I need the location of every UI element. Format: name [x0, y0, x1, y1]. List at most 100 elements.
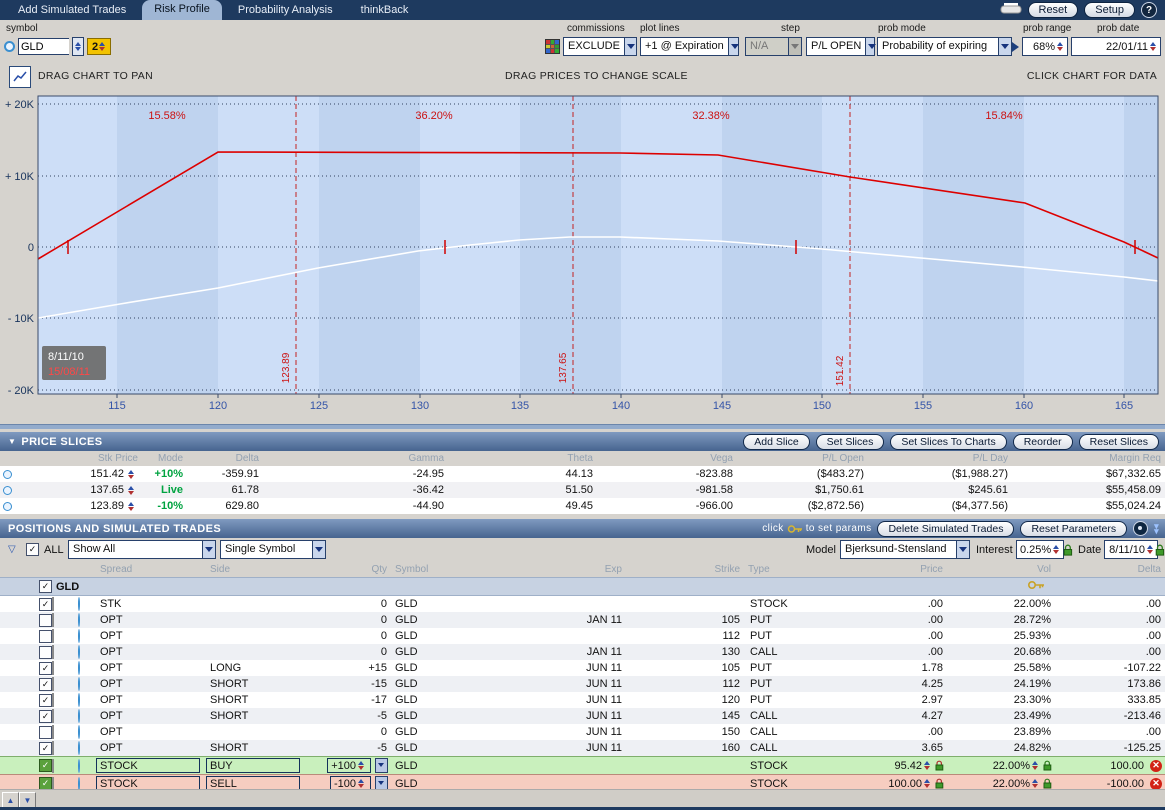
prob-range-stepper[interactable]: 68% — [1022, 37, 1068, 56]
date-stepper[interactable]: 8/11/10 — [1104, 540, 1158, 559]
lock-icon[interactable] — [1043, 760, 1052, 771]
row-color-box[interactable] — [52, 597, 54, 611]
sim-vol-cell[interactable]: 22.00% — [947, 778, 1055, 790]
lock-icon[interactable] — [1063, 544, 1073, 556]
double-chevron-down-icon[interactable]: ▾▾ — [1154, 524, 1159, 534]
row-color-box[interactable] — [52, 693, 54, 707]
slice-price-stepper[interactable] — [128, 502, 137, 511]
pl-style-dropdown[interactable]: P/L OPEN — [806, 37, 875, 56]
cell-qty[interactable]: -17 — [306, 694, 391, 706]
cell-qty[interactable]: 0 — [306, 726, 391, 738]
cell-qty[interactable]: 0 — [306, 598, 391, 610]
cell-qty[interactable]: 0 — [306, 630, 391, 642]
collapse-triangle-icon[interactable]: ▽ — [8, 544, 16, 555]
row-color-box[interactable] — [52, 645, 54, 659]
slice-price-value[interactable]: 123.89 — [14, 500, 128, 512]
commissions-grid-icon[interactable] — [545, 39, 560, 54]
row-link-icon[interactable] — [78, 677, 80, 691]
show-all-dropdown[interactable]: Show All — [68, 540, 216, 559]
lock-icon[interactable] — [935, 760, 944, 771]
set-slices-to-charts-button[interactable]: Set Slices To Charts — [890, 434, 1006, 450]
lock-icon[interactable] — [1043, 778, 1052, 789]
reorder-button[interactable]: Reorder — [1013, 434, 1073, 450]
lot-spinner[interactable] — [99, 42, 108, 51]
slice-price-value[interactable]: 137.65 — [14, 484, 128, 496]
x-axis-labels[interactable]: 115 120 125 130 135 140 145 150 155 160 … — [108, 400, 1133, 412]
collapse-triangle-icon[interactable]: ▼ — [8, 437, 16, 446]
slice-mode[interactable]: -10% — [142, 500, 187, 512]
row-checkbox[interactable] — [39, 614, 52, 627]
cell-qty[interactable]: 0 — [306, 646, 391, 658]
reset-slices-button[interactable]: Reset Slices — [1079, 434, 1159, 450]
row-checkbox[interactable] — [39, 726, 52, 739]
chart-splitter[interactable] — [0, 424, 1165, 429]
tab-risk-profile[interactable]: Risk Profile — [142, 0, 222, 20]
sim-price-cell[interactable]: 100.00 — [829, 778, 947, 790]
row-color-box[interactable] — [52, 677, 54, 691]
setup-button[interactable]: Setup — [1084, 2, 1135, 18]
row-color-box[interactable] — [52, 613, 54, 627]
symbol-mode-dropdown[interactable]: Single Symbol — [220, 540, 326, 559]
slice-mode[interactable]: +10% — [142, 468, 187, 480]
row-checkbox[interactable]: ✓ — [39, 598, 52, 611]
chart-menu-icon[interactable] — [9, 66, 31, 88]
sim-spread-dropdown[interactable]: STOCK — [96, 758, 200, 773]
plot-lines-dropdown[interactable]: +1 @ Expiration — [640, 37, 739, 56]
cell-qty[interactable]: 0 — [306, 614, 391, 626]
reset-button[interactable]: Reset — [1028, 2, 1079, 18]
group-checkbox[interactable]: ✓ — [39, 580, 52, 593]
sim-price-cell[interactable]: 95.42 — [829, 760, 947, 772]
row-color-box[interactable] — [52, 661, 54, 675]
symbol-spinner[interactable] — [72, 37, 84, 56]
lock-icon[interactable] — [935, 778, 944, 789]
row-color-box[interactable] — [52, 741, 54, 755]
row-link-icon[interactable] — [78, 725, 80, 739]
help-icon[interactable]: ? — [1141, 2, 1157, 18]
lock-icon[interactable] — [1155, 544, 1165, 556]
symbol-group-row[interactable]: ✓ GLD — [0, 577, 1165, 596]
delete-trade-icon[interactable]: ✕ — [1150, 760, 1162, 772]
row-link-icon[interactable] — [78, 613, 80, 627]
row-link-icon[interactable] — [78, 661, 80, 675]
sim-vol-cell[interactable]: 22.00% — [947, 760, 1055, 772]
lot-size-badge[interactable]: 2 — [87, 38, 111, 55]
row-color-box[interactable] — [52, 759, 54, 773]
commissions-dropdown[interactable]: EXCLUDE — [563, 37, 637, 56]
tab-thinkback[interactable]: thinkBack — [349, 1, 421, 19]
key-icon[interactable] — [1027, 580, 1045, 590]
cell-qty[interactable]: +15 — [306, 662, 391, 674]
slice-link-icon[interactable] — [3, 486, 12, 495]
sim-qty-stepper[interactable]: +100 — [327, 758, 371, 773]
row-color-box[interactable] — [52, 709, 54, 723]
row-checkbox[interactable]: ✓ — [39, 662, 52, 675]
row-link-icon[interactable] — [78, 741, 80, 755]
camera-icon[interactable] — [1133, 521, 1148, 536]
slice-link-icon[interactable] — [3, 502, 12, 511]
row-checkbox[interactable] — [39, 630, 52, 643]
slice-price-stepper[interactable] — [128, 486, 137, 495]
set-slices-button[interactable]: Set Slices — [816, 434, 885, 450]
row-link-icon[interactable] — [78, 759, 80, 773]
row-link-icon[interactable] — [78, 645, 80, 659]
delete-simulated-trades-button[interactable]: Delete Simulated Trades — [877, 521, 1014, 537]
risk-profile-chart[interactable]: 15.58% 36.20% 32.38% 15.84% 123.89 137.6… — [0, 88, 1165, 418]
y-axis-labels[interactable]: + 20K + 10K 0 - 10K - 20K — [5, 99, 35, 397]
link-dot-icon[interactable] — [4, 41, 15, 52]
row-checkbox[interactable] — [39, 646, 52, 659]
row-link-icon[interactable] — [78, 629, 80, 643]
row-color-box[interactable] — [52, 725, 54, 739]
add-slice-button[interactable]: Add Slice — [743, 434, 809, 450]
cell-qty[interactable]: -15 — [306, 678, 391, 690]
sim-side-dropdown[interactable]: BUY — [206, 758, 300, 773]
tab-add-simulated-trades[interactable]: Add Simulated Trades — [6, 1, 138, 19]
interest-stepper[interactable]: 0.25% — [1016, 540, 1064, 559]
cell-qty[interactable]: -5 — [306, 742, 391, 754]
cell-qty[interactable]: -5 — [306, 710, 391, 722]
slice-price-stepper[interactable] — [128, 470, 137, 479]
row-color-box[interactable] — [52, 629, 54, 643]
row-link-icon[interactable] — [78, 709, 80, 723]
row-checkbox[interactable]: ✓ — [39, 710, 52, 723]
symbol-input[interactable] — [18, 38, 69, 55]
slice-mode[interactable]: Live — [142, 484, 187, 496]
delete-trade-icon[interactable]: ✕ — [1150, 778, 1162, 790]
